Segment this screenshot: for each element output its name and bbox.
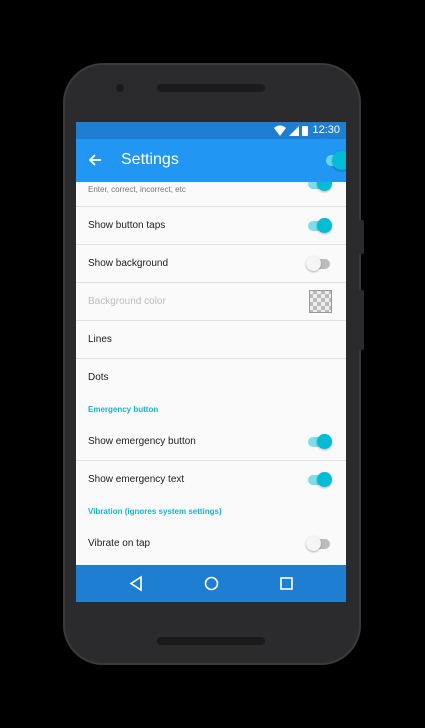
signal-icon xyxy=(289,125,299,136)
settings-item-label: Show emergency button xyxy=(88,436,196,447)
settings-item-show-background[interactable]: Show background xyxy=(76,245,346,283)
settings-item-show-button-taps[interactable]: Show button taps xyxy=(76,207,346,245)
screen: 12:30 Settings Enter, correct, incorrect… xyxy=(76,122,346,602)
bottom-speaker xyxy=(157,637,265,645)
settings-item-label: Show emergency text xyxy=(88,474,185,485)
settings-item-lines[interactable]: Lines xyxy=(76,321,346,359)
power-button xyxy=(359,220,364,254)
settings-list: Enter, correct, incorrect, etc Show butt… xyxy=(76,182,346,565)
nav-back-icon[interactable] xyxy=(128,575,145,592)
settings-item-label: Lines xyxy=(88,334,112,345)
settings-item-label: Dots xyxy=(88,372,109,383)
settings-item-label: Background color xyxy=(88,296,166,307)
section-header-vibration: Vibration (ignores system settings) xyxy=(76,499,346,525)
show-button-taps-switch[interactable] xyxy=(306,218,332,235)
status-bar: 12:30 xyxy=(76,122,346,139)
master-switch[interactable] xyxy=(324,151,346,170)
show-background-switch[interactable] xyxy=(306,256,332,273)
navigation-bar xyxy=(76,565,346,602)
toggle-switch[interactable] xyxy=(306,182,332,193)
settings-item-vibrate-on-tap[interactable]: Vibrate on tap xyxy=(76,525,346,563)
top-speaker xyxy=(157,84,265,92)
settings-item-label: Show button taps xyxy=(88,220,166,231)
page-title: Settings xyxy=(121,151,179,168)
settings-item-show-emergency-button[interactable]: Show emergency button xyxy=(76,423,346,461)
front-camera xyxy=(116,84,124,92)
volume-button xyxy=(359,290,364,350)
settings-item-label: Vibrate on tap xyxy=(88,538,151,549)
section-header-emergency: Emergency button xyxy=(76,397,346,423)
settings-item-show-emergency-text[interactable]: Show emergency text xyxy=(76,461,346,499)
settings-item-label: Show background xyxy=(88,258,169,269)
status-icons xyxy=(274,125,308,136)
color-swatch xyxy=(309,290,332,313)
settings-item-summary: Enter, correct, incorrect, etc xyxy=(88,185,186,194)
vibrate-on-tap-switch[interactable] xyxy=(306,536,332,553)
show-emergency-button-switch[interactable] xyxy=(306,434,332,451)
section-header-label: Vibration (ignores system settings) xyxy=(88,507,222,516)
nav-recents-icon[interactable] xyxy=(278,575,295,592)
status-time: 12:30 xyxy=(312,124,340,136)
wifi-icon xyxy=(274,125,286,136)
battery-icon xyxy=(302,125,308,136)
back-arrow-icon[interactable] xyxy=(88,150,108,170)
settings-item-dots[interactable]: Dots xyxy=(76,359,346,397)
app-bar: Settings xyxy=(76,139,346,182)
settings-item-background-color: Background color xyxy=(76,283,346,321)
show-emergency-text-switch[interactable] xyxy=(306,472,332,489)
section-header-label: Emergency button xyxy=(88,405,159,414)
settings-item-partial[interactable]: Enter, correct, incorrect, etc xyxy=(76,182,346,207)
nav-home-icon[interactable] xyxy=(203,575,220,592)
